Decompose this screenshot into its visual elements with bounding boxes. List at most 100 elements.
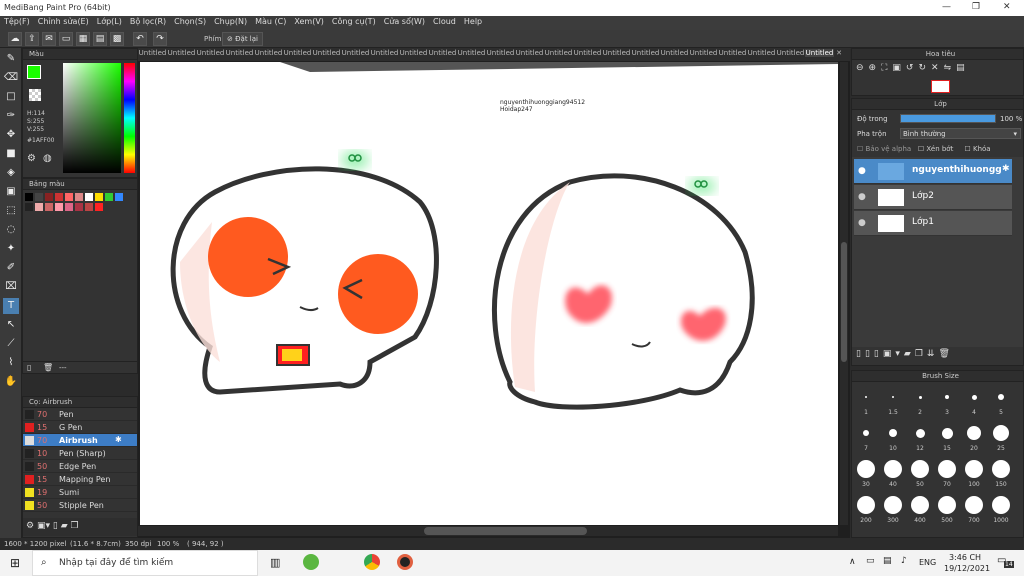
brush-size-option[interactable]: 2 bbox=[908, 385, 932, 419]
document-tab[interactable]: Untitled bbox=[399, 49, 428, 57]
close-button[interactable]: ✕ bbox=[1003, 2, 1011, 12]
document-tab[interactable]: Untitled bbox=[805, 49, 834, 57]
undo-icon[interactable]: ↶ bbox=[133, 32, 147, 46]
document-tab[interactable]: Untitled bbox=[167, 49, 196, 57]
brush-size-option[interactable]: 200 bbox=[854, 493, 878, 527]
color-swatch[interactable] bbox=[35, 193, 43, 201]
brush-size-option[interactable]: 700 bbox=[962, 493, 986, 527]
brush-item-airbrush[interactable]: 70 Airbrush ✱ bbox=[23, 434, 137, 447]
grid-full-icon[interactable]: ▩ bbox=[110, 32, 124, 46]
visibility-icon[interactable]: ● bbox=[858, 192, 866, 202]
brush-size-option[interactable]: 4 bbox=[962, 385, 986, 419]
rectangle-tool-icon[interactable]: □ bbox=[3, 89, 19, 105]
brush-item-edge-pen[interactable]: 50 Edge Pen bbox=[23, 460, 137, 473]
menu-view[interactable]: Xem(V) bbox=[290, 16, 328, 27]
brush-size-option[interactable]: 500 bbox=[935, 493, 959, 527]
zoom-out-icon[interactable]: ⊖ bbox=[856, 63, 869, 73]
menu-edit[interactable]: Chỉnh sửa(E) bbox=[34, 16, 93, 27]
brush-size-option[interactable]: 1.5 bbox=[881, 385, 905, 419]
gradient-tool-icon[interactable]: ▣ bbox=[3, 184, 19, 200]
zoom-in-icon[interactable]: ⊕ bbox=[869, 63, 882, 73]
export-icon[interactable]: ⇪ bbox=[25, 32, 39, 46]
reset-view-icon[interactable]: ✕ bbox=[931, 63, 944, 73]
menu-select[interactable]: Chọn(S) bbox=[170, 16, 210, 27]
color-swatch[interactable] bbox=[75, 193, 83, 201]
chat-icon[interactable]: ✉ bbox=[42, 32, 56, 46]
rotate-right-icon[interactable]: ↻ bbox=[918, 63, 931, 73]
brush-size-option[interactable]: 10 bbox=[881, 421, 905, 455]
folder-icon[interactable]: ▰ bbox=[904, 349, 915, 359]
brush-size-option[interactable]: 150 bbox=[989, 457, 1013, 491]
document-tab[interactable]: Untitled bbox=[747, 49, 776, 57]
color-swatch[interactable] bbox=[75, 203, 83, 211]
visibility-icon[interactable]: ● bbox=[858, 218, 866, 228]
brush-item-g-pen[interactable]: 15 G Pen bbox=[23, 421, 137, 434]
color-swatch[interactable] bbox=[95, 193, 103, 201]
folder-icon[interactable]: ▰ bbox=[61, 521, 68, 531]
brush-size-option[interactable]: 15 bbox=[935, 421, 959, 455]
new-swatch-icon[interactable]: ▯ bbox=[27, 363, 31, 372]
flip-icon[interactable]: ⇋ bbox=[944, 63, 957, 73]
color-swatch[interactable] bbox=[35, 203, 43, 211]
horizontal-scrollbar[interactable] bbox=[138, 526, 838, 536]
menu-cloud[interactable]: Cloud bbox=[429, 16, 460, 27]
brush-size-option[interactable]: 1 bbox=[854, 385, 878, 419]
new-layer-icon[interactable]: ▯ bbox=[856, 349, 865, 359]
taskbar-search[interactable]: ⌕ Nhập tại đây để tìm kiếm bbox=[32, 550, 258, 576]
document-tab[interactable]: Untitled bbox=[544, 49, 573, 57]
delete-layer-icon[interactable]: 🗑 bbox=[938, 349, 953, 359]
tray-chevron-icon[interactable]: ∧ bbox=[849, 557, 856, 567]
document-tab[interactable]: Untitled bbox=[515, 49, 544, 57]
fit-icon[interactable]: ⛶ bbox=[881, 63, 892, 73]
menu-file[interactable]: Tệp(F) bbox=[0, 16, 34, 27]
brush-size-option[interactable]: 300 bbox=[881, 493, 905, 527]
brush-size-option[interactable]: 12 bbox=[908, 421, 932, 455]
color-swatch[interactable] bbox=[25, 193, 33, 201]
protect-alpha-checkbox[interactable]: ☐ Bảo vệ alpha bbox=[857, 145, 911, 153]
menu-tools[interactable]: Công cụ(T) bbox=[328, 16, 380, 27]
menu-color[interactable]: Màu (C) bbox=[251, 16, 290, 27]
lock-checkbox[interactable]: ☐ Khóa bbox=[964, 145, 990, 153]
brush-size-option[interactable]: 20 bbox=[962, 421, 986, 455]
brush-palette-icon[interactable]: ⚙ bbox=[26, 521, 34, 531]
layer-item[interactable]: ● Lớp1 bbox=[854, 211, 1012, 236]
select-pen-tool-icon[interactable]: ✐ bbox=[3, 260, 19, 276]
app-icon-green[interactable] bbox=[303, 554, 319, 570]
chrome-icon[interactable] bbox=[364, 554, 380, 570]
brush-size-option[interactable]: 70 bbox=[935, 457, 959, 491]
document-tab[interactable]: Untitled bbox=[573, 49, 602, 57]
menu-help[interactable]: Help bbox=[460, 16, 486, 27]
document-tab[interactable]: Untitled bbox=[602, 49, 631, 57]
lasso-tool-icon[interactable]: ◌ bbox=[3, 222, 19, 238]
color-swatch[interactable] bbox=[115, 193, 123, 201]
move-tool-icon[interactable]: ✥ bbox=[3, 127, 19, 143]
document-tab[interactable]: Untitled bbox=[370, 49, 399, 57]
minimize-button[interactable]: — bbox=[942, 2, 951, 12]
hand-tool-icon[interactable]: ✋ bbox=[3, 374, 19, 390]
divide-tool-icon[interactable]: ⟋ bbox=[3, 336, 19, 352]
color-swatch[interactable] bbox=[95, 203, 103, 211]
task-view-icon[interactable]: ▥ bbox=[270, 556, 280, 569]
rotate-left-icon[interactable]: ↺ bbox=[906, 63, 919, 73]
bucket-tool-icon[interactable]: ◈ bbox=[3, 165, 19, 181]
brush-size-option[interactable]: 50 bbox=[908, 457, 932, 491]
hue-slider[interactable] bbox=[124, 63, 135, 173]
document-tab[interactable]: Untitled bbox=[254, 49, 283, 57]
brush-item-pen[interactable]: 70 Pen bbox=[23, 408, 137, 421]
redo-icon[interactable]: ↷ bbox=[153, 32, 167, 46]
document-tab[interactable]: Untitled bbox=[486, 49, 515, 57]
document-tab[interactable]: Untitled bbox=[776, 49, 805, 57]
magic-wand-tool-icon[interactable]: ✦ bbox=[3, 241, 19, 257]
navigator-thumbnail[interactable] bbox=[931, 80, 950, 93]
network-icon[interactable]: ▤ bbox=[883, 556, 892, 566]
color-swatch[interactable] bbox=[55, 193, 63, 201]
blend-select[interactable]: Bình thường ▾ bbox=[900, 128, 1021, 139]
clock[interactable]: 3:46 CH 19/12/2021 bbox=[944, 552, 990, 574]
color-swatch[interactable] bbox=[85, 203, 93, 211]
vertical-scrollbar[interactable] bbox=[840, 62, 848, 525]
document-tab[interactable]: Untitled bbox=[312, 49, 341, 57]
merge-layer-icon[interactable]: ⇊ bbox=[927, 349, 939, 359]
menu-layer[interactable]: Lớp(L) bbox=[93, 16, 126, 27]
palette-icon[interactable]: ⚙ bbox=[27, 153, 36, 164]
duplicate-icon[interactable]: ❐ bbox=[70, 521, 78, 531]
